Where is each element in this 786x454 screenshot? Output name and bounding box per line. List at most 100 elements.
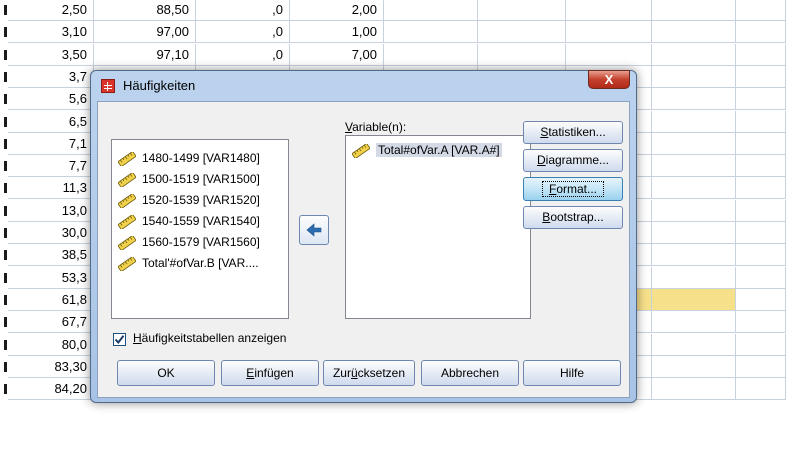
table-row: 3,50 97,10,0 7,00 [0,43,786,66]
table-cell[interactable] [652,311,736,334]
table-cell[interactable]: 88,50 [94,0,196,21]
table-cell[interactable] [736,199,786,222]
row-marker [4,272,7,283]
table-cell[interactable]: 7,00 [290,43,384,66]
close-button[interactable]: X [588,70,630,89]
table-cell[interactable] [652,177,736,200]
table-cell[interactable] [736,288,786,311]
table-cell[interactable]: 83,30 [8,355,94,378]
table-cell[interactable] [652,378,736,401]
variable-list-item[interactable]: 1520-1539 [VAR1520] [117,190,260,210]
table-cell[interactable] [566,21,652,44]
format-button[interactable]: Format... [523,177,623,201]
table-cell[interactable]: ,0 [196,21,290,44]
table-cell[interactable]: 3,10 [8,21,94,44]
table-cell[interactable] [736,155,786,178]
table-cell[interactable] [478,21,566,44]
row-marker [4,205,7,216]
table-cell[interactable] [736,43,786,66]
table-cell[interactable] [736,0,786,21]
variable-list-item[interactable]: 1480-1499 [VAR1480] [117,148,260,168]
table-cell[interactable]: 2,00 [290,0,384,21]
table-cell[interactable] [736,177,786,200]
ok-button[interactable]: OK [117,360,215,386]
table-cell[interactable]: 97,00 [94,21,196,44]
reset-button[interactable]: Zurücksetzen [323,360,415,386]
table-cell[interactable] [652,266,736,289]
table-cell[interactable]: 3,7 [8,65,94,88]
table-cell[interactable]: 7,7 [8,155,94,178]
table-cell[interactable]: 1,00 [290,21,384,44]
table-cell[interactable] [652,222,736,244]
table-cell[interactable]: 3,50 [8,43,94,66]
table-cell[interactable] [652,288,736,311]
table-cell[interactable]: 5,6 [8,88,94,111]
table-cell[interactable] [736,266,786,289]
table-cell[interactable] [652,43,736,66]
table-cell[interactable]: ,0 [196,43,290,66]
table-cell[interactable]: 30,0 [8,222,94,244]
table-cell[interactable] [384,21,478,44]
table-cell[interactable]: 97,10 [94,43,196,66]
table-cell[interactable]: ,0 [196,0,290,21]
table-cell[interactable] [478,43,566,66]
table-cell[interactable] [736,88,786,111]
row-marker [4,27,7,38]
table-cell[interactable] [652,21,736,44]
table-cell[interactable] [652,132,736,155]
table-cell[interactable] [384,43,478,66]
table-cell[interactable] [736,311,786,334]
move-variable-button[interactable] [299,215,329,245]
table-cell[interactable]: 7,1 [8,132,94,155]
table-cell[interactable] [566,0,652,21]
charts-button[interactable]: Diagramme... [523,149,623,172]
table-cell[interactable] [736,65,786,88]
row-marker [4,71,7,82]
dialog-titlebar[interactable]: Häufigkeiten X [91,70,636,101]
show-frequency-tables-checkbox[interactable] [113,333,126,346]
bootstrap-button[interactable]: Bootstrap... [523,206,623,229]
table-cell[interactable] [652,244,736,267]
paste-button[interactable]: Einfügen [221,360,319,386]
table-cell[interactable] [652,88,736,111]
table-cell[interactable] [736,110,786,133]
table-cell[interactable] [736,333,786,356]
table-cell[interactable]: 38,5 [8,244,94,267]
table-cell[interactable] [736,21,786,44]
table-cell[interactable] [652,65,736,88]
table-cell[interactable] [652,355,736,378]
table-cell[interactable] [384,0,478,21]
table-cell[interactable] [652,199,736,222]
table-cell[interactable] [736,244,786,267]
table-cell[interactable]: 6,5 [8,110,94,133]
selected-variable-item[interactable]: Total#ofVar.A [VAR.A#] [351,140,502,160]
help-button[interactable]: Hilfe [523,360,621,386]
selected-variable-list[interactable]: Total#ofVar.A [VAR.A#] [345,135,531,319]
table-cell[interactable] [566,43,652,66]
table-cell[interactable]: 84,20 [8,378,94,401]
variable-list-item[interactable]: Total'#ofVar.B [VAR.... [117,253,259,273]
variable-list-item[interactable]: 1560-1579 [VAR1560] [117,232,260,252]
table-cell[interactable] [736,132,786,155]
variable-list-item[interactable]: 1540-1559 [VAR1540] [117,211,260,231]
table-cell[interactable] [736,378,786,401]
table-cell[interactable] [736,355,786,378]
table-cell[interactable]: 11,3 [8,177,94,200]
table-cell[interactable]: 2,50 [8,0,94,21]
table-cell[interactable] [736,222,786,244]
variable-list-item[interactable]: 1500-1519 [VAR1500] [117,169,260,189]
frequencies-dialog: Häufigkeiten X 1480-1499 [VAR1480] 1500-1… [90,70,637,403]
table-cell[interactable] [652,110,736,133]
table-cell[interactable] [652,333,736,356]
table-cell[interactable]: 80,0 [8,333,94,356]
table-cell[interactable]: 67,7 [8,311,94,334]
table-cell[interactable]: 13,0 [8,199,94,222]
table-cell[interactable]: 61,8 [8,288,94,311]
table-cell[interactable] [652,0,736,21]
source-variable-list[interactable]: 1480-1499 [VAR1480] 1500-1519 [VAR1500] 15… [111,139,289,319]
table-cell[interactable] [478,0,566,21]
cancel-button[interactable]: Abbrechen [421,360,519,386]
table-cell[interactable] [652,155,736,178]
statistics-button[interactable]: Statistiken... [523,121,623,144]
table-cell[interactable]: 53,3 [8,266,94,289]
